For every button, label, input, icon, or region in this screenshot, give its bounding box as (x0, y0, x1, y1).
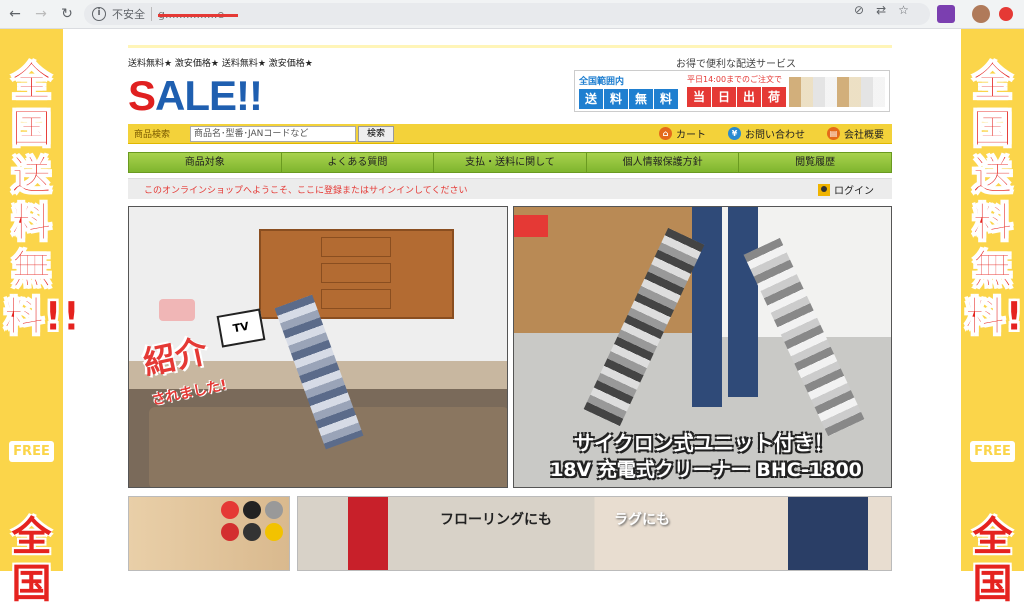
person-image (692, 207, 722, 407)
vacuum-image (583, 227, 705, 427)
company-link[interactable]: ▤ 会社概要 (827, 126, 884, 141)
hero-banner-tv-feature[interactable]: TV 紹介 されました! (128, 206, 508, 488)
reload-button[interactable]: ↻ (56, 3, 78, 25)
search-button[interactable]: 検索 (358, 125, 395, 142)
nav-item-products[interactable]: 商品対象 (129, 153, 282, 172)
same-day-shipping-promo: 平日14:00までのご注文で 当日出荷 (687, 74, 787, 108)
nav-item-payment-shipping[interactable]: 支払・送料に関して (434, 153, 587, 172)
side-banner-headline-bottom: 全国 (972, 514, 1013, 607)
pixelated-image (789, 77, 885, 107)
top-divider (128, 45, 892, 48)
person-image (728, 207, 758, 397)
company-icon: ▤ (827, 127, 840, 140)
color-options (221, 501, 289, 541)
welcome-bar: このオンラインショップへようこそ、ここに登録またはサインインしてください ログイ… (128, 178, 892, 199)
security-label: 不安全 (112, 8, 145, 21)
side-banner-headline: 全国送料無料!! (965, 59, 1024, 341)
forward-button[interactable]: → (30, 3, 52, 25)
address-bar[interactable]: i 不安全 g...............e (84, 3, 930, 25)
search-input[interactable] (190, 125, 356, 142)
browser-toolbar: ← → ↻ i 不安全 g...............e ⊘ ⇄ ☆ (0, 0, 1024, 29)
divider (151, 7, 152, 21)
bookmark-star-icon[interactable]: ☆ (898, 3, 909, 17)
redaction-mark (158, 13, 238, 17)
site-logo[interactable]: SALE!! (128, 72, 263, 120)
person-image (788, 497, 868, 570)
featured-label: 紹介 (140, 331, 211, 383)
service-title: お得で便利な配送サービス (676, 59, 796, 70)
rug-label: ラグにも (614, 512, 670, 528)
free-shipping-badge: FREE (961, 431, 1024, 471)
login-link[interactable]: ログイン (818, 182, 874, 197)
search-bar: 商品検索 検索 ⌂ カート ¥ お問い合わせ ▤ 会社概要 (128, 124, 892, 144)
flooring-label: フローリングにも (440, 512, 552, 528)
nav-item-history[interactable]: 閲覧履歴 (739, 153, 891, 172)
url-text[interactable]: g...............e (158, 8, 238, 21)
side-banner-headline: 全国送料無料!! (4, 59, 81, 341)
yen-icon: ¥ (728, 127, 741, 140)
search-label: 商品検索 (134, 130, 171, 140)
promo-tile-flooring-rug[interactable]: フローリングにも ラグにも (297, 496, 892, 571)
free-shipping-promo: 全国範囲内 送料無料 (579, 74, 681, 109)
tagline: 送料無料★ 激安価格★ 送料無料★ 激安価格★ (128, 59, 313, 69)
right-side-banner[interactable]: 全国送料無料!! FREE 全国 (961, 29, 1024, 607)
shipping-promo-banner[interactable]: 全国範囲内 送料無料 平日14:00までのご注文で 当日出荷 (574, 70, 890, 112)
left-side-banner[interactable]: 全国送料無料!! FREE 全国 (0, 29, 81, 607)
pixelated-badge (514, 215, 548, 237)
product-caption: サイクロン式ユニット付き！ (574, 431, 834, 455)
vacuum-image (348, 497, 388, 570)
cart-icon: ⌂ (659, 127, 672, 140)
info-icon[interactable]: i (92, 7, 106, 21)
contact-link[interactable]: ¥ お問い合わせ (728, 126, 805, 141)
translate-icon[interactable]: ⇄ (876, 3, 886, 17)
site-settings-icon[interactable]: ⊘ (854, 3, 864, 17)
main-nav: 商品対象 よくある質問 支払・送料に関して 個人情報保護方針 閲覧履歴 (128, 152, 892, 173)
user-icon (818, 183, 830, 196)
extension-icon[interactable] (999, 7, 1013, 21)
side-banner-headline-bottom: 全国 (11, 514, 52, 607)
product-model-caption: 18V 充電式クリーナー BHC-1800 (550, 459, 862, 481)
nav-item-privacy[interactable]: 個人情報保護方針 (587, 153, 740, 172)
cart-link[interactable]: ⌂ カート (659, 126, 706, 141)
avatar[interactable] (972, 5, 990, 23)
tv-icon: TV (216, 308, 266, 348)
back-button[interactable]: ← (4, 3, 26, 25)
promo-tile-robot-cleaner[interactable] (128, 496, 290, 571)
free-shipping-badge: FREE (0, 431, 63, 471)
welcome-message[interactable]: このオンラインショップへようこそ、ここに登録またはサインインしてください (144, 183, 467, 196)
nav-item-faq[interactable]: よくある質問 (282, 153, 435, 172)
pixelated-badge (159, 299, 195, 321)
hero-banner-cleaner[interactable]: サイクロン式ユニット付き！ 18V 充電式クリーナー BHC-1800 (513, 206, 892, 488)
onenote-extension-icon[interactable] (937, 5, 955, 23)
